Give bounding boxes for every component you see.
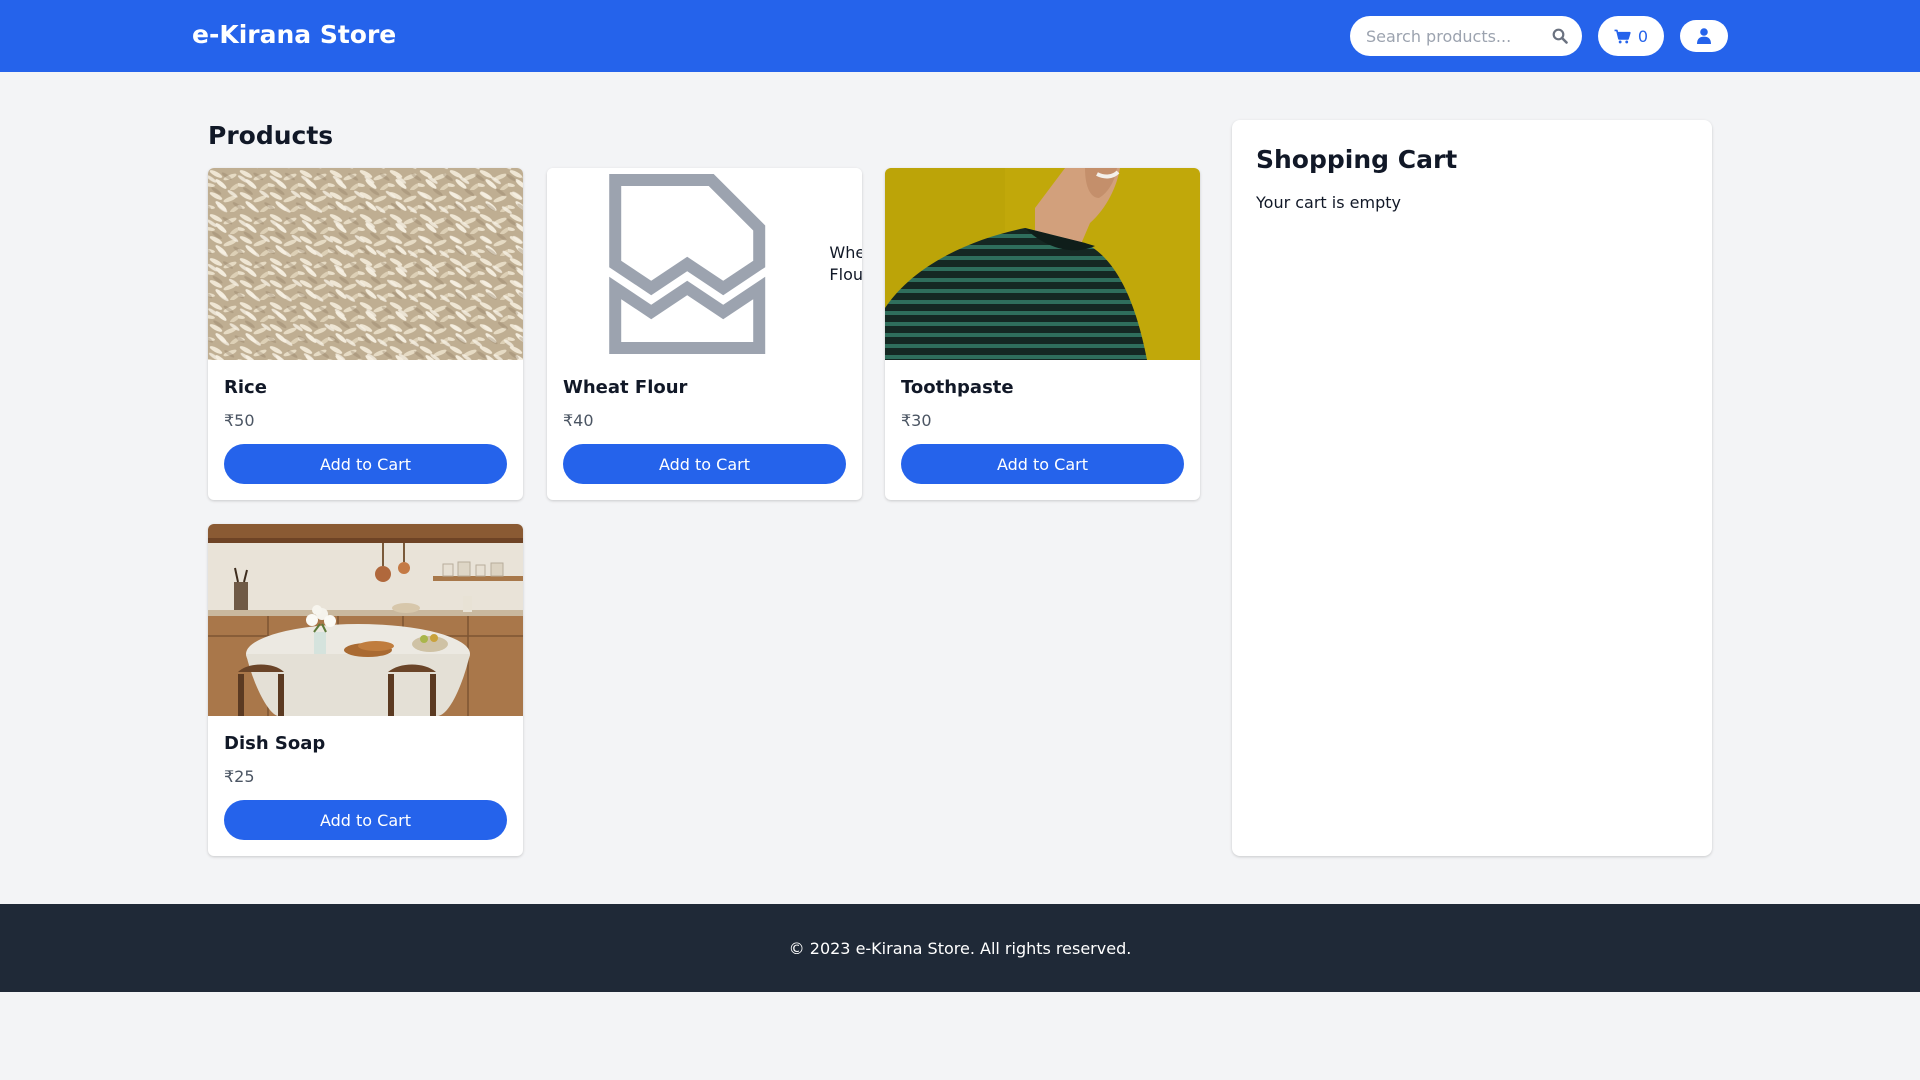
add-to-cart-button[interactable]: Add to Cart — [224, 800, 507, 840]
product-image-rice — [208, 168, 523, 360]
add-to-cart-button[interactable]: Add to Cart — [563, 444, 846, 484]
cart-button[interactable]: 0 — [1598, 16, 1664, 56]
add-to-cart-button[interactable]: Add to Cart — [901, 444, 1184, 484]
product-image-toothpaste — [885, 168, 1200, 360]
user-icon — [1697, 28, 1711, 44]
brand-logo-text[interactable]: e-Kirana Store — [192, 19, 396, 51]
shopping-cart-panel: Shopping Cart Your cart is empty — [1232, 120, 1712, 856]
product-image-wheat-flour: Wheat Flour — [547, 168, 862, 360]
image-alt-text: Wheat Flour — [829, 243, 862, 284]
product-image-dish-soap — [208, 524, 523, 716]
broken-image-alt: Wheat Flour — [547, 168, 862, 360]
cart-empty-message: Your cart is empty — [1256, 193, 1401, 212]
product-price: ₹25 — [224, 767, 255, 786]
product-price: ₹30 — [901, 411, 932, 430]
product-card-toothpaste: Toothpaste ₹30 Add to Cart — [885, 168, 1200, 500]
cart-heading: Shopping Cart — [1256, 145, 1458, 174]
broken-image-icon — [609, 174, 766, 354]
product-card-dish-soap: Dish Soap ₹25 Add to Cart — [208, 524, 523, 856]
product-card-rice: Rice ₹50 Add to Cart — [208, 168, 523, 500]
product-name: Dish Soap — [224, 733, 326, 754]
product-price: ₹50 — [224, 411, 255, 430]
add-to-cart-button[interactable]: Add to Cart — [224, 444, 507, 484]
product-name: Rice — [224, 377, 267, 398]
search-icon[interactable] — [1552, 28, 1568, 44]
product-name: Wheat Flour — [563, 377, 688, 398]
products-heading: Products — [208, 121, 334, 150]
shopping-cart-icon — [1614, 29, 1631, 44]
user-account-button[interactable] — [1680, 20, 1728, 52]
page-footer: © 2023 e-Kirana Store. All rights reserv… — [0, 904, 1920, 992]
product-price: ₹40 — [563, 411, 594, 430]
product-card-wheat-flour: Wheat Flour Wheat Flour ₹40 Add to Cart — [547, 168, 862, 500]
footer-copyright: © 2023 e-Kirana Store. All rights reserv… — [788, 938, 1132, 958]
search-input[interactable] — [1366, 16, 1546, 56]
search-box[interactable] — [1350, 16, 1582, 56]
product-name: Toothpaste — [901, 377, 1014, 398]
top-navbar: e-Kirana Store 0 — [0, 0, 1920, 72]
cart-count-badge: 0 — [1637, 26, 1649, 46]
